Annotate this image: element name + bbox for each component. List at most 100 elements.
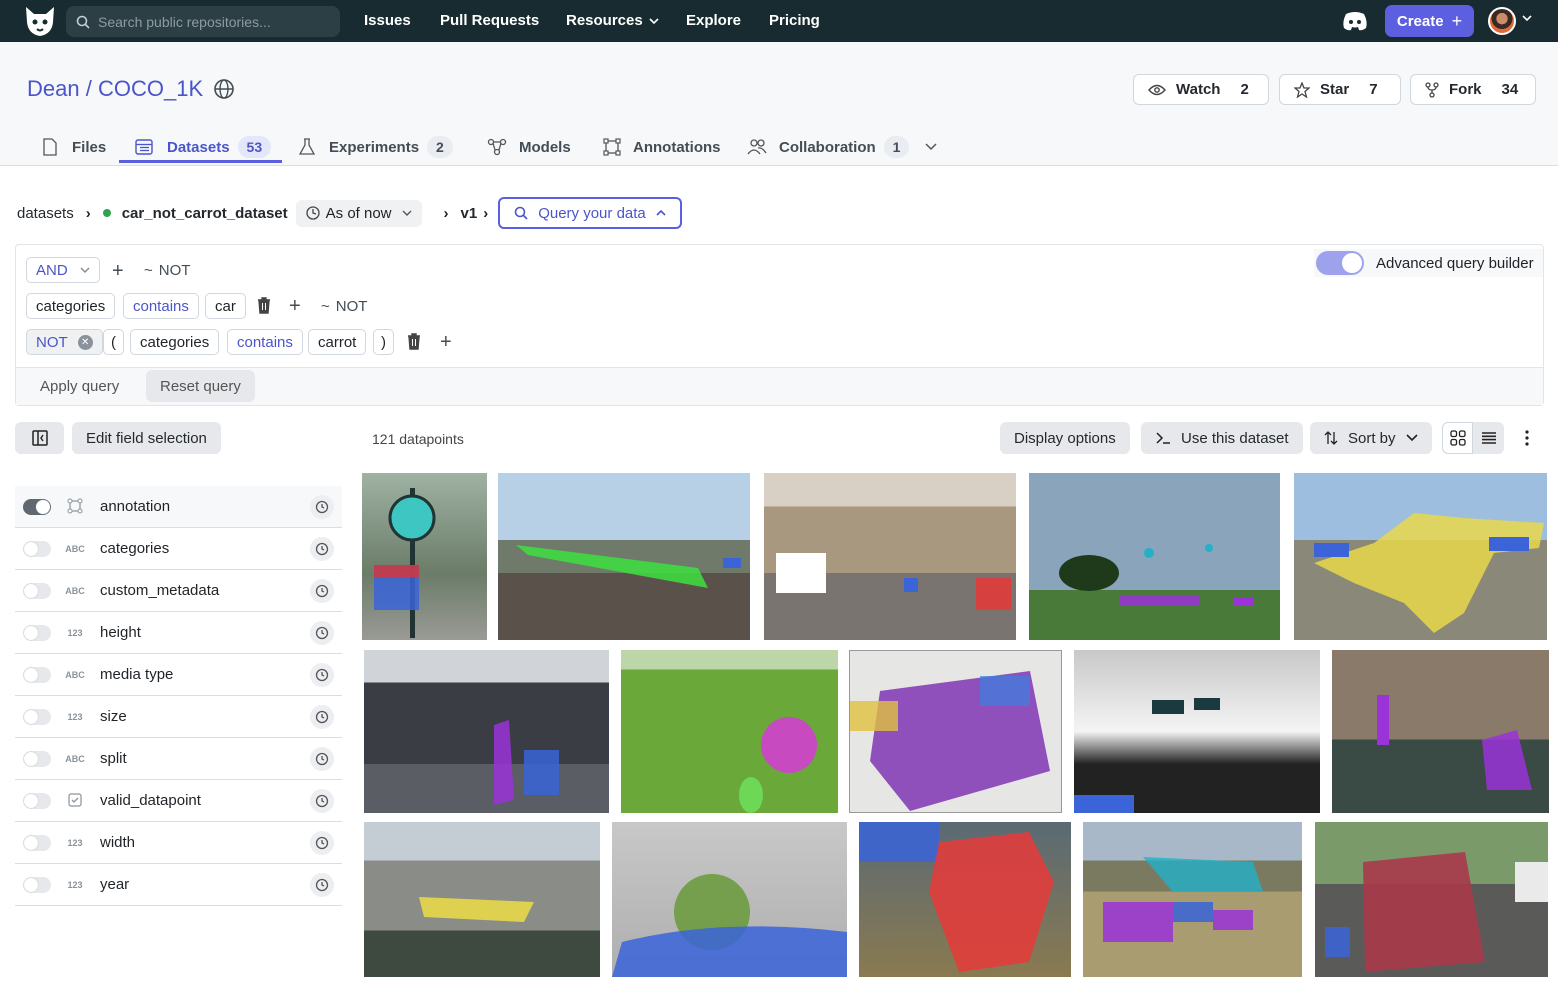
- datapoint-thumbnail[interactable]: [1083, 822, 1302, 977]
- history-icon[interactable]: [310, 789, 334, 813]
- field-toggle[interactable]: [23, 498, 51, 515]
- tab-models[interactable]: Models: [487, 132, 571, 162]
- watch-button[interactable]: Watch 2: [1133, 74, 1269, 105]
- field-row-year[interactable]: 123 year: [15, 864, 342, 906]
- not-group-chip[interactable]: NOT ✕: [26, 329, 103, 355]
- field-toggle[interactable]: [23, 708, 51, 725]
- tab-collaboration[interactable]: Collaboration 1: [747, 132, 937, 162]
- list-view-button[interactable]: [1473, 422, 1504, 454]
- chevron-down-icon[interactable]: [1522, 15, 1532, 21]
- toggle-sidebar-button[interactable]: [15, 422, 64, 454]
- trash-icon[interactable]: [407, 333, 421, 350]
- field-row-annotation[interactable]: annotation: [15, 486, 342, 528]
- datapoint-thumbnail[interactable]: [1029, 473, 1280, 640]
- field-toggle[interactable]: [23, 582, 51, 599]
- field-toggle[interactable]: [23, 750, 51, 767]
- advanced-query-toggle[interactable]: Advanced query builder: [1314, 249, 1543, 277]
- nav-resources-menu[interactable]: Resources: [566, 12, 659, 29]
- as-of-now-dropdown[interactable]: As of now: [295, 199, 422, 227]
- not-toggle-group[interactable]: ~ NOT: [144, 262, 190, 279]
- field-toggle[interactable]: [23, 540, 51, 557]
- rule1-operator-select[interactable]: contains: [123, 293, 199, 319]
- rule1-field-select[interactable]: categories: [26, 293, 116, 319]
- search-input[interactable]: [98, 13, 328, 30]
- field-row-valid-datapoint[interactable]: valid_datapoint: [15, 780, 342, 822]
- kebab-menu-icon[interactable]: [1524, 430, 1530, 446]
- trash-icon[interactable]: [257, 297, 271, 314]
- discord-icon[interactable]: [1342, 10, 1368, 32]
- add-rule-plus-icon[interactable]: +: [289, 295, 301, 318]
- history-icon[interactable]: [310, 579, 334, 603]
- user-avatar[interactable]: [1488, 7, 1516, 35]
- datapoint-thumbnail[interactable]: [498, 473, 750, 640]
- history-icon[interactable]: [310, 705, 334, 729]
- field-row-custom-metadata[interactable]: ABC custom_metadata: [15, 570, 342, 612]
- datapoint-thumbnail[interactable]: [612, 822, 847, 977]
- history-icon[interactable]: [310, 873, 334, 897]
- advanced-query-switch[interactable]: [1316, 251, 1364, 275]
- tab-annotations[interactable]: Annotations: [603, 132, 721, 162]
- query-your-data-button[interactable]: Query your data: [498, 197, 682, 229]
- search-box[interactable]: [66, 6, 340, 37]
- rule2-value-input[interactable]: carrot: [308, 329, 367, 355]
- remove-x-icon[interactable]: ✕: [77, 334, 93, 350]
- tab-experiments[interactable]: Experiments 2: [299, 132, 453, 162]
- nav-issues-link[interactable]: Issues: [364, 12, 411, 29]
- history-icon[interactable]: [310, 621, 334, 645]
- datapoint-thumbnail[interactable]: [1332, 650, 1549, 813]
- datapoint-thumbnail[interactable]: [849, 650, 1062, 813]
- combinator-select[interactable]: AND: [26, 257, 100, 283]
- edit-field-selection-button[interactable]: Edit field selection: [72, 422, 221, 454]
- field-row-height[interactable]: 123 height: [15, 612, 342, 654]
- field-row-width[interactable]: 123 width: [15, 822, 342, 864]
- field-row-media-type[interactable]: ABC media type: [15, 654, 342, 696]
- history-icon[interactable]: [310, 663, 334, 687]
- breadcrumb-datasets-link[interactable]: datasets: [17, 205, 74, 222]
- datapoint-thumbnail[interactable]: [364, 822, 600, 977]
- use-this-dataset-button[interactable]: Use this dataset: [1141, 422, 1303, 454]
- grid-view-button[interactable]: [1442, 422, 1473, 454]
- apply-query-button[interactable]: Apply query: [26, 370, 133, 402]
- field-row-split[interactable]: ABC split: [15, 738, 342, 780]
- field-toggle[interactable]: [23, 834, 51, 851]
- sort-by-button[interactable]: Sort by: [1310, 422, 1432, 454]
- field-toggle[interactable]: [23, 624, 51, 641]
- history-icon[interactable]: [310, 495, 334, 519]
- tab-datasets[interactable]: Datasets 53: [135, 132, 272, 162]
- fork-button[interactable]: Fork 34: [1410, 74, 1536, 105]
- nav-pricing-link[interactable]: Pricing: [769, 12, 820, 29]
- datapoint-thumbnail[interactable]: [859, 822, 1071, 977]
- chevron-down-icon[interactable]: [925, 143, 937, 151]
- breadcrumb-dataset-name[interactable]: car_not_carrot_dataset: [122, 205, 288, 222]
- tab-files[interactable]: Files: [42, 132, 106, 162]
- datapoint-thumbnail[interactable]: [1315, 822, 1548, 977]
- nav-explore-link[interactable]: Explore: [686, 12, 741, 29]
- datapoint-thumbnail[interactable]: [621, 650, 838, 813]
- not-toggle-group[interactable]: ~ NOT: [321, 298, 367, 315]
- dagshub-logo-icon[interactable]: [22, 4, 58, 38]
- field-toggle[interactable]: [23, 666, 51, 683]
- rule1-value-input[interactable]: car: [205, 293, 246, 319]
- field-row-categories[interactable]: ABC categories: [15, 528, 342, 570]
- datapoint-thumbnail[interactable]: [362, 473, 487, 640]
- field-toggle[interactable]: [23, 876, 51, 893]
- add-rule-plus-icon[interactable]: +: [440, 331, 452, 354]
- field-toggle[interactable]: [23, 792, 51, 809]
- datapoint-thumbnail[interactable]: [364, 650, 609, 813]
- field-row-size[interactable]: 123 size: [15, 696, 342, 738]
- nav-pull-requests-link[interactable]: Pull Requests: [440, 12, 539, 29]
- repo-owner-link[interactable]: Dean / COCO_1K: [27, 76, 203, 102]
- star-button[interactable]: Star 7: [1279, 74, 1401, 105]
- history-icon[interactable]: [310, 747, 334, 771]
- datapoint-thumbnail[interactable]: [1294, 473, 1547, 640]
- datapoint-thumbnail[interactable]: [1074, 650, 1320, 813]
- breadcrumb-version[interactable]: v1: [461, 205, 478, 222]
- add-rule-plus-icon[interactable]: +: [112, 260, 124, 283]
- datapoint-thumbnail[interactable]: [764, 473, 1016, 640]
- rule2-field-select[interactable]: categories: [130, 329, 220, 355]
- rule2-operator-select[interactable]: contains: [227, 329, 303, 355]
- reset-query-button[interactable]: Reset query: [146, 370, 255, 402]
- history-icon[interactable]: [310, 537, 334, 561]
- display-options-button[interactable]: Display options: [1000, 422, 1130, 454]
- create-button[interactable]: Create +: [1385, 5, 1474, 37]
